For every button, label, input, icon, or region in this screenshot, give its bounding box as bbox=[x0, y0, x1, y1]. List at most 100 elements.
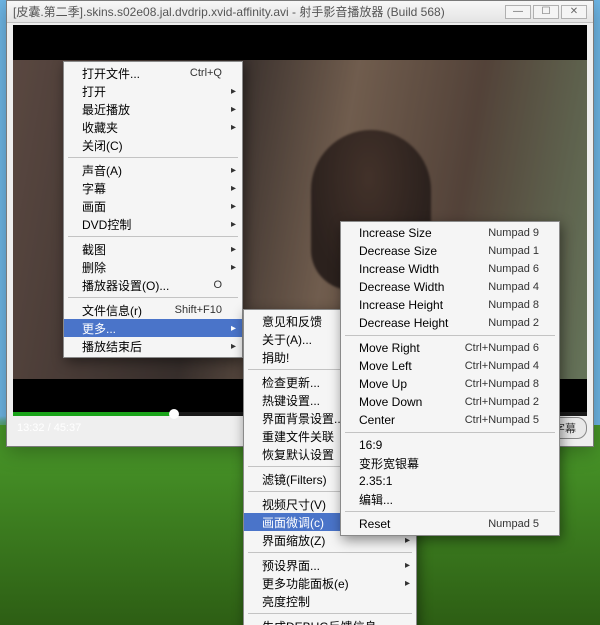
menu-item-label: 播放结束后 bbox=[82, 338, 222, 355]
timecode: 13:32 / 45:37 bbox=[13, 422, 81, 434]
menu-item-label: 打开文件... bbox=[82, 65, 168, 82]
minimize-button[interactable]: — bbox=[505, 5, 531, 19]
menu-item-label: 文件信息(r) bbox=[82, 302, 153, 319]
menu-item-label: 字幕 bbox=[82, 180, 222, 197]
menu-item-label: 编辑... bbox=[359, 491, 539, 508]
menu-item-shortcut: Shift+F10 bbox=[175, 304, 222, 316]
menu-item-label: DVD控制 bbox=[82, 216, 222, 233]
menu-item[interactable]: DVD控制 bbox=[64, 215, 242, 233]
menu-item-shortcut: Ctrl+Numpad 6 bbox=[465, 342, 539, 354]
titlebar[interactable]: [皮囊.第二季].skins.s02e08.jal.dvdrip.xvid-af… bbox=[7, 1, 593, 23]
menu-item[interactable]: 打开 bbox=[64, 82, 242, 100]
menu-item[interactable]: Move Up Ctrl+Numpad 8 bbox=[341, 375, 559, 393]
menu-separator bbox=[68, 236, 238, 237]
menu-item[interactable]: Reset Numpad 5 bbox=[341, 515, 559, 533]
menu-item-shortcut: Numpad 1 bbox=[488, 245, 539, 257]
menu-item-label: 播放器设置(O)... bbox=[82, 277, 191, 294]
menu-item[interactable]: 编辑... bbox=[341, 490, 559, 508]
menu-separator bbox=[68, 297, 238, 298]
menu-item-label: 更多功能面板(e) bbox=[262, 575, 396, 592]
menu-item-label: 变形宽银幕 bbox=[359, 455, 539, 472]
close-button[interactable]: ✕ bbox=[561, 5, 587, 19]
menu-item-label: Decrease Height bbox=[359, 316, 466, 330]
menu-item[interactable]: 2.35:1 bbox=[341, 472, 559, 490]
menu-item-label: 生成DEBUG反馈信息 bbox=[262, 618, 396, 625]
menu-item[interactable]: 预设界面... bbox=[244, 556, 416, 574]
menu-item-shortcut: Ctrl+Q bbox=[190, 67, 222, 79]
menu-item[interactable]: Increase Width Numpad 6 bbox=[341, 260, 559, 278]
menu-item[interactable]: Decrease Width Numpad 4 bbox=[341, 278, 559, 296]
menu-item-label: 更多... bbox=[82, 320, 222, 337]
menu-item[interactable]: 更多功能面板(e) bbox=[244, 574, 416, 592]
menu-item[interactable]: 删除 bbox=[64, 258, 242, 276]
menu-item-shortcut: Ctrl+Numpad 8 bbox=[465, 378, 539, 390]
menu-item[interactable]: Move Left Ctrl+Numpad 4 bbox=[341, 357, 559, 375]
menu-item-label: 关闭(C) bbox=[82, 137, 222, 154]
menu-item-shortcut: Ctrl+Numpad 5 bbox=[465, 414, 539, 426]
menu-item[interactable]: 关闭(C) bbox=[64, 136, 242, 154]
menu-item-label: 打开 bbox=[82, 83, 222, 100]
window-buttons: — ☐ ✕ bbox=[505, 5, 587, 19]
menu-item-label: Reset bbox=[359, 517, 466, 531]
menu-item-label: Decrease Width bbox=[359, 280, 466, 294]
menu-item-shortcut: O bbox=[213, 279, 222, 291]
menu-item[interactable]: 字幕 bbox=[64, 179, 242, 197]
menu-item[interactable]: 最近播放 bbox=[64, 100, 242, 118]
menu-item-shortcut: Numpad 9 bbox=[488, 227, 539, 239]
maximize-button[interactable]: ☐ bbox=[533, 5, 559, 19]
menu-item-shortcut: Numpad 5 bbox=[488, 518, 539, 530]
menu-separator bbox=[345, 335, 555, 336]
menu-separator bbox=[248, 613, 412, 614]
menu-item[interactable]: 文件信息(r) Shift+F10 bbox=[64, 301, 242, 319]
menu-item[interactable]: Center Ctrl+Numpad 5 bbox=[341, 411, 559, 429]
menu-item-shortcut: Numpad 6 bbox=[488, 263, 539, 275]
menu-item[interactable]: Decrease Size Numpad 1 bbox=[341, 242, 559, 260]
menu-item[interactable]: 打开文件... Ctrl+Q bbox=[64, 64, 242, 82]
menu-item[interactable]: 声音(A) bbox=[64, 161, 242, 179]
menu-item-label: 删除 bbox=[82, 259, 222, 276]
menu-item[interactable]: 变形宽银幕 bbox=[341, 454, 559, 472]
context-menu-pan-scan[interactable]: Increase SizeNumpad 9 Decrease Size Numpad… bbox=[340, 221, 560, 536]
menu-item[interactable]: Move Right Ctrl+Numpad 6 bbox=[341, 339, 559, 357]
menu-item-label: Move Up bbox=[359, 377, 443, 391]
menu-item-label: Increase Width bbox=[359, 262, 466, 276]
context-menu-main[interactable]: 打开文件... Ctrl+Q 打开最近播放收藏夹关闭(C) 声音(A)字幕画面DVD控… bbox=[63, 61, 243, 358]
menu-item-shortcut: Numpad 4 bbox=[488, 281, 539, 293]
menu-item-label: Increase Height bbox=[359, 298, 466, 312]
menu-item-shortcut: Numpad 2 bbox=[488, 317, 539, 329]
menu-item[interactable]: 生成DEBUG反馈信息 bbox=[244, 617, 416, 625]
window-title: [皮囊.第二季].skins.s02e08.jal.dvdrip.xvid-af… bbox=[13, 3, 505, 20]
menu-item-label: Move Right bbox=[359, 341, 443, 355]
menu-item[interactable]: 收藏夹 bbox=[64, 118, 242, 136]
menu-item-label: Center bbox=[359, 413, 443, 427]
menu-item[interactable]: Increase SizeNumpad 9 bbox=[341, 224, 559, 242]
menu-item-label: Move Left bbox=[359, 359, 443, 373]
menu-separator bbox=[345, 511, 555, 512]
menu-item-label: 亮度控制 bbox=[262, 593, 396, 610]
menu-item-label: 画面 bbox=[82, 198, 222, 215]
menu-item[interactable]: 播放结束后 bbox=[64, 337, 242, 355]
menu-item-label: 最近播放 bbox=[82, 101, 222, 118]
menu-item-label: Move Down bbox=[359, 395, 443, 409]
menu-item[interactable]: 16:9 bbox=[341, 436, 559, 454]
menu-item[interactable]: 亮度控制 bbox=[244, 592, 416, 610]
menu-item-shortcut: Ctrl+Numpad 4 bbox=[465, 360, 539, 372]
menu-item-label: 截图 bbox=[82, 241, 222, 258]
menu-item[interactable]: 播放器设置(O)... O bbox=[64, 276, 242, 294]
menu-item-label: 预设界面... bbox=[262, 557, 396, 574]
menu-item-label: 2.35:1 bbox=[359, 474, 539, 488]
menu-separator bbox=[68, 157, 238, 158]
menu-item-label: 声音(A) bbox=[82, 162, 222, 179]
desktop: [皮囊.第二季].skins.s02e08.jal.dvdrip.xvid-af… bbox=[0, 0, 600, 625]
menu-item[interactable]: Move DownCtrl+Numpad 2 bbox=[341, 393, 559, 411]
menu-item-label: 16:9 bbox=[359, 438, 539, 452]
menu-item[interactable]: 截图 bbox=[64, 240, 242, 258]
menu-item[interactable]: 画面 bbox=[64, 197, 242, 215]
menu-separator bbox=[248, 552, 412, 553]
menu-item[interactable]: Decrease Height Numpad 2 bbox=[341, 314, 559, 332]
menu-item-shortcut: Numpad 8 bbox=[488, 299, 539, 311]
menu-item[interactable]: Increase Height Numpad 8 bbox=[341, 296, 559, 314]
menu-separator bbox=[345, 432, 555, 433]
menu-item[interactable]: 更多... bbox=[64, 319, 242, 337]
menu-item-label: Decrease Size bbox=[359, 244, 466, 258]
